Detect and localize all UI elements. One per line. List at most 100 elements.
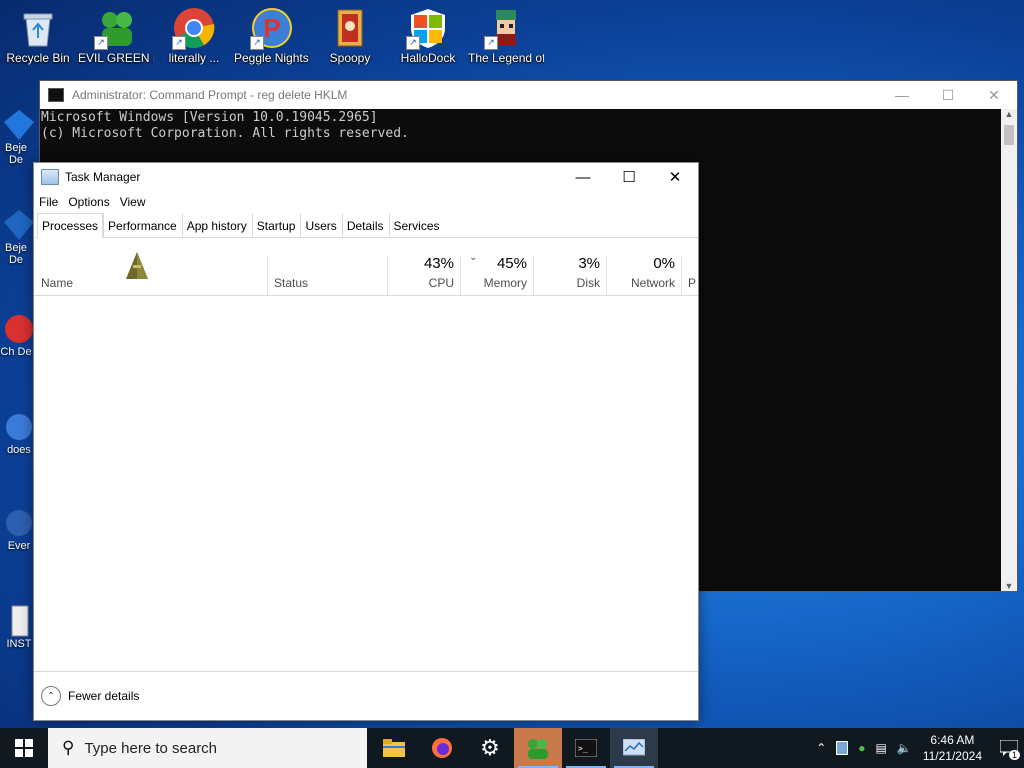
disk-percent: 3%: [578, 255, 600, 272]
gear-icon: ⚙: [480, 735, 500, 760]
bejeweled-icon-1[interactable]: Beje De: [0, 108, 38, 166]
settings-taskbar-button[interactable]: ⚙: [466, 728, 514, 768]
memory-percent: 45%: [496, 255, 527, 272]
memory-label: Memory: [483, 276, 527, 290]
maximize-button[interactable]: ☐: [606, 163, 652, 191]
windows-logo-icon: [15, 739, 33, 757]
shortcut-arrow-icon: ↗: [250, 36, 264, 50]
shortcut-arrow-icon: ↗: [172, 36, 186, 50]
user-green-icon[interactable]: ●: [858, 741, 865, 755]
chevron-up-icon[interactable]: ⌃: [816, 741, 826, 755]
notification-count: 1: [1008, 750, 1020, 760]
start-button[interactable]: [0, 728, 48, 768]
tab-bar: Processes Performance App history Startu…: [34, 213, 698, 238]
column-cpu[interactable]: 43% CPU: [388, 238, 460, 295]
tab-users[interactable]: Users: [300, 213, 341, 237]
notification-icon[interactable]: 1: [994, 728, 1024, 768]
column-status-label: Status: [274, 276, 309, 290]
tab-app-history[interactable]: App history: [181, 213, 252, 237]
tab-details[interactable]: Details: [341, 213, 389, 237]
tab-startup[interactable]: Startup: [251, 213, 301, 237]
column-power[interactable]: P: [682, 238, 698, 295]
minimize-button[interactable]: —: [879, 81, 925, 109]
desktop-icon-label: Peggle Nights De...: [234, 52, 310, 65]
menu-file[interactable]: File: [34, 195, 63, 209]
desktop-icon-label: HalloDock: [400, 52, 456, 65]
legend-of-zelda-icon[interactable]: ↗ The Legend of Zel...: [468, 0, 544, 65]
tm-title-bar[interactable]: Task Manager — ☐ ✕: [34, 163, 698, 191]
disk-label: Disk: [576, 276, 600, 290]
desktop-icon-label: Recycle Bin: [6, 52, 70, 65]
svg-text:>_: >_: [578, 744, 588, 753]
scroll-thumb[interactable]: [1004, 125, 1014, 145]
column-name-label: Name: [41, 276, 74, 290]
search-icon: ⚲: [62, 738, 75, 757]
column-disk[interactable]: 3% Disk: [534, 238, 606, 295]
scroll-down-icon[interactable]: ▼: [1001, 581, 1017, 591]
folder-icon: [383, 739, 405, 757]
sort-chevron-down-icon: ⌄: [469, 252, 478, 263]
firefox-taskbar-button[interactable]: [418, 728, 466, 768]
column-header: Name Status 43% CPU ⌄ 45% Memory 3% Disk…: [34, 238, 698, 296]
cmd-scrollbar[interactable]: ▲ ▼: [1001, 109, 1017, 591]
network-icon[interactable]: ▤: [876, 741, 887, 755]
device-icon[interactable]: [836, 741, 849, 755]
cpu-label: CPU: [428, 276, 454, 290]
cmd-line: (c) Microsoft Corporation. All rights re…: [41, 126, 409, 141]
network-percent: 0%: [653, 255, 675, 272]
column-network[interactable]: 0% Network: [607, 238, 681, 295]
process-list[interactable]: [34, 295, 698, 671]
chrome-icon[interactable]: ↗ literally ...: [156, 0, 232, 65]
fewer-details-link[interactable]: Fewer details: [68, 689, 139, 703]
recycle-bin-icon[interactable]: Recycle Bin: [0, 0, 76, 65]
desktop-icon-label: Beje De: [4, 142, 28, 166]
desktop-icon-label: Spoopy: [329, 52, 371, 65]
minimize-button[interactable]: —: [560, 163, 606, 191]
close-button[interactable]: ✕: [971, 81, 1017, 109]
task-manager-taskbar-button[interactable]: [610, 728, 658, 768]
tab-services[interactable]: Services: [388, 213, 445, 237]
taskbar: ⚲ Type here to search ⚙ >_ ⌃ ● ▤ 🔈 6:46 …: [0, 728, 1024, 768]
chevron-up-icon[interactable]: ⌃: [41, 686, 61, 706]
command-prompt-taskbar-button[interactable]: >_: [562, 728, 610, 768]
tab-processes[interactable]: Processes: [37, 213, 104, 238]
hallodock-icon[interactable]: ↗ HalloDock: [390, 0, 466, 65]
evil-green-men-icon[interactable]: ↗ EVIL GREEN MEN 60...: [78, 0, 154, 65]
shortcut-arrow-icon: ↗: [94, 36, 108, 50]
column-status[interactable]: Status: [268, 238, 387, 295]
desktop-icon-label: Ch De: [0, 346, 32, 358]
desktop-icon-label: Beje De: [4, 242, 28, 266]
cmd-title: Administrator: Command Prompt - reg dele…: [72, 88, 348, 102]
clock[interactable]: 6:46 AM 11/21/2024: [923, 732, 982, 764]
maximize-button[interactable]: ☐: [925, 81, 971, 109]
footer: ⌃ Fewer details: [34, 671, 698, 720]
search-box[interactable]: ⚲ Type here to search: [48, 728, 367, 768]
cmd-output[interactable]: Microsoft Windows [Version 10.0.19045.29…: [40, 109, 1017, 142]
volume-icon[interactable]: 🔈: [897, 741, 912, 755]
desktop-icon-label: literally ...: [168, 52, 220, 65]
cmd-icon: [48, 88, 64, 102]
network-label: Network: [630, 276, 675, 290]
cmd-title-bar[interactable]: Administrator: Command Prompt - reg dele…: [40, 81, 1017, 109]
menu-options[interactable]: Options: [63, 195, 114, 209]
close-button[interactable]: ✕: [652, 163, 698, 191]
terminal-icon: >_: [575, 739, 597, 757]
menu-view[interactable]: View: [115, 195, 151, 209]
time: 6:46 AM: [930, 733, 975, 747]
evil-green-men-taskbar-button[interactable]: [514, 728, 562, 768]
column-memory[interactable]: ⌄ 45% Memory: [461, 238, 533, 295]
spoopy-icon[interactable]: Spoopy: [312, 0, 388, 65]
tm-title: Task Manager: [65, 170, 141, 184]
tab-performance[interactable]: Performance: [103, 213, 182, 237]
desktop-icon-label: EVIL GREEN MEN 60...: [78, 52, 154, 65]
task-manager-icon: [41, 169, 59, 185]
firefox-icon: [432, 738, 452, 758]
scroll-up-icon[interactable]: ▲: [1001, 109, 1017, 119]
column-name[interactable]: Name: [34, 238, 267, 295]
file-explorer-taskbar-button[interactable]: [370, 728, 418, 768]
desktop-icon-label: The Legend of Zel...: [468, 52, 544, 65]
menu-bar: File Options View: [34, 191, 698, 213]
task-manager-icon: [623, 739, 645, 756]
peggle-nights-icon[interactable]: P ↗ Peggle Nights De...: [234, 0, 310, 65]
task-manager-window[interactable]: Task Manager — ☐ ✕ File Options View Pro…: [33, 162, 699, 721]
